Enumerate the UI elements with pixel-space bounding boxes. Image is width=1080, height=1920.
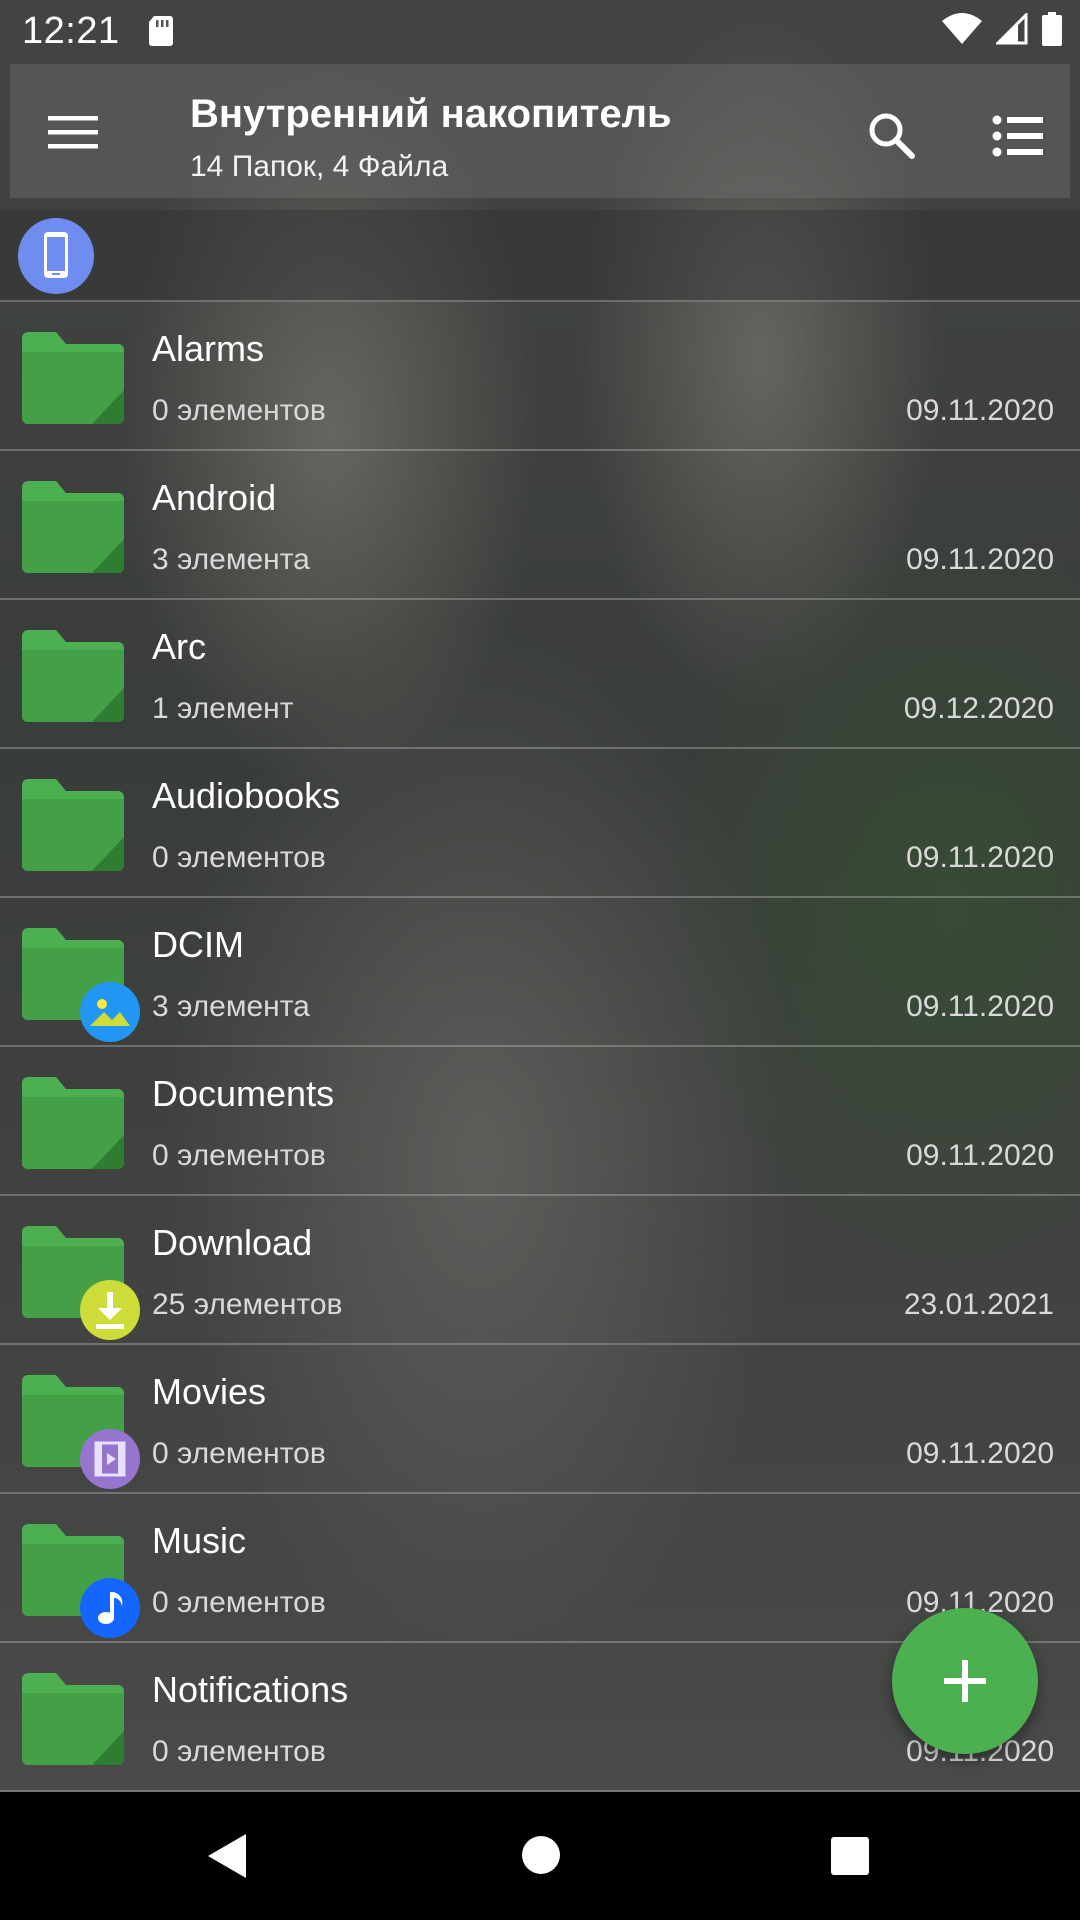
folder-date: 09.11.2020 — [906, 1437, 1054, 1470]
folder-date: 09.11.2020 — [906, 841, 1054, 874]
phone-icon — [44, 232, 68, 278]
folder-icon — [22, 481, 124, 573]
sd-card-icon — [149, 16, 173, 46]
folder-name: Android — [152, 477, 277, 518]
folder-name: Download — [152, 1222, 313, 1263]
status-time: 12:21 — [22, 10, 120, 52]
list-item[interactable]: Arc 1 элемент 09.12.2020 — [0, 600, 1080, 749]
download-icon — [80, 1280, 140, 1340]
folder-name: DCIM — [152, 924, 244, 965]
folder-name: Alarms — [152, 328, 265, 369]
folder-item-count: 0 элементов — [152, 1586, 326, 1619]
navigation-bar — [0, 1792, 1080, 1920]
list-item[interactable]: Alarms 0 элементов 09.11.2020 — [0, 302, 1080, 451]
folder-list: Alarms 0 элементов 09.11.2020 Android 3 элем… — [0, 302, 1080, 1792]
image-icon — [80, 982, 140, 1042]
film-icon — [80, 1429, 140, 1489]
list-item[interactable]: DCIM 3 элемента 09.11.2020 — [0, 898, 1080, 1047]
folder-icon — [22, 1673, 124, 1765]
cell-signal-icon — [996, 13, 1028, 45]
folder-name: Arc — [152, 626, 206, 667]
list-item[interactable]: Movies 0 элементов 09.11.2020 — [0, 1345, 1080, 1494]
home-icon[interactable] — [520, 1834, 562, 1876]
breadcrumb — [0, 210, 1080, 302]
page-title: Внутренний накопитель — [190, 92, 672, 136]
folder-item-count: 0 элементов — [152, 394, 326, 427]
folder-name: Documents — [152, 1073, 335, 1114]
app-bar: Внутренний накопитель 14 Папок, 4 Файла — [10, 64, 1070, 198]
folder-item-count: 0 элементов — [152, 841, 326, 874]
status-bar: 12:21 — [0, 0, 1080, 66]
folder-item-count: 3 элемента — [152, 990, 310, 1023]
folder-item-count: 25 элементов — [152, 1288, 343, 1321]
page-subtitle: 14 Папок, 4 Файла — [190, 150, 449, 183]
search-icon[interactable] — [862, 106, 922, 166]
list-item[interactable]: Android 3 элемента 09.11.2020 — [0, 451, 1080, 600]
folder-name: Music — [152, 1520, 247, 1561]
wifi-icon — [942, 13, 982, 44]
add-button[interactable] — [892, 1608, 1038, 1754]
list-view-icon[interactable] — [988, 106, 1048, 166]
plus-icon — [944, 1660, 986, 1702]
battery-icon — [1042, 12, 1062, 46]
folder-date: 09.11.2020 — [906, 1139, 1054, 1172]
folder-name: Movies — [152, 1371, 267, 1412]
list-item[interactable]: Audiobooks 0 элементов 09.11.2020 — [0, 749, 1080, 898]
breadcrumb-internal-storage[interactable] — [18, 218, 94, 294]
folder-item-count: 3 элемента — [152, 543, 310, 576]
recent-apps-icon[interactable] — [830, 1836, 870, 1876]
folder-icon — [22, 332, 124, 424]
folder-item-count: 0 элементов — [152, 1735, 326, 1768]
folder-icon — [22, 779, 124, 871]
folder-date: 09.11.2020 — [906, 990, 1054, 1023]
back-icon[interactable] — [204, 1832, 250, 1880]
folder-name: Notifications — [152, 1669, 349, 1710]
folder-item-count: 0 элементов — [152, 1139, 326, 1172]
folder-icon — [22, 1077, 124, 1169]
list-item[interactable]: Documents 0 элементов 09.11.2020 — [0, 1047, 1080, 1196]
folder-date: 09.11.2020 — [906, 394, 1054, 427]
folder-item-count: 0 элементов — [152, 1437, 326, 1470]
list-item[interactable]: Download 25 элементов 23.01.2021 — [0, 1196, 1080, 1345]
folder-date: 09.12.2020 — [903, 692, 1054, 725]
music-note-icon — [80, 1578, 140, 1638]
folder-item-count: 1 элемент — [152, 692, 294, 725]
list-item[interactable]: Music 0 элементов 09.11.2020 — [0, 1494, 1080, 1643]
system-icons — [942, 12, 1062, 46]
folder-date: 09.11.2020 — [906, 543, 1054, 576]
menu-icon[interactable] — [44, 102, 104, 162]
folder-name: Audiobooks — [152, 775, 341, 816]
folder-icon — [22, 630, 124, 722]
folder-date: 23.01.2021 — [903, 1288, 1054, 1321]
